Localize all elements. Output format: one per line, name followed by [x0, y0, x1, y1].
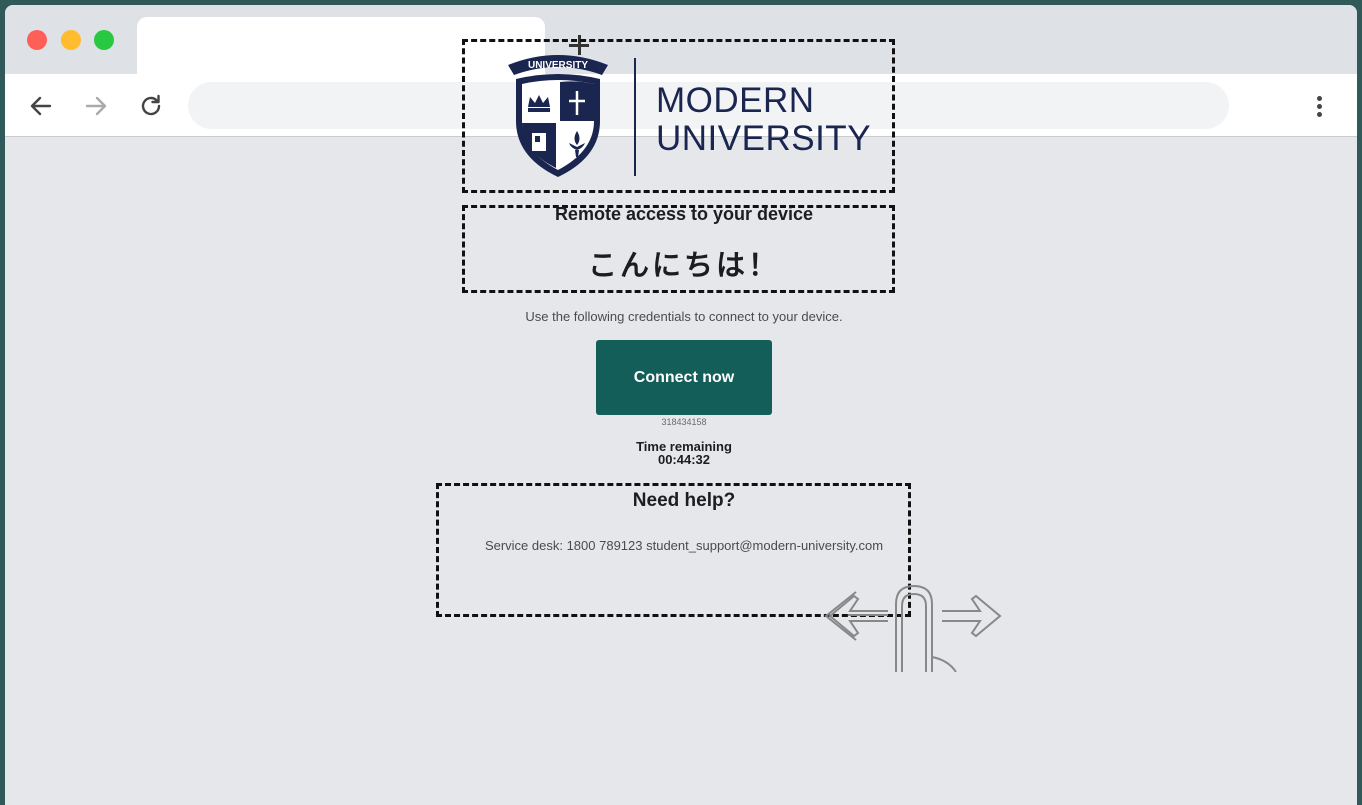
- time-remaining-value: 00:44:32: [657, 452, 711, 467]
- service-desk-contact: Service desk: 1800 789123 student_suppor…: [484, 538, 884, 553]
- session-code: 318434158: [661, 417, 707, 427]
- reload-icon: [141, 94, 161, 116]
- close-window-button[interactable]: [27, 30, 47, 50]
- greeting-text: こんにちは！: [587, 248, 780, 282]
- forward-button[interactable]: [82, 92, 110, 120]
- page-subtitle: Remote access to your device: [554, 204, 814, 224]
- maximize-window-button[interactable]: [94, 30, 114, 50]
- swipe-gesture-icon: [824, 584, 1002, 672]
- wordmark-line-1: MODERN: [656, 81, 815, 120]
- forward-arrow-icon: [85, 96, 107, 116]
- svg-text:UNIVERSITY: UNIVERSITY: [528, 60, 588, 71]
- connect-now-button[interactable]: Connect now: [596, 340, 772, 415]
- logo-divider: [634, 58, 636, 176]
- back-arrow-icon: [30, 96, 52, 116]
- help-title: Need help?: [632, 490, 736, 511]
- university-wordmark: MODERN UNIVERSITY: [656, 82, 886, 158]
- minimize-window-button[interactable]: [61, 30, 81, 50]
- back-button[interactable]: [27, 92, 55, 120]
- instructions-text: Use the following credentials to connect…: [525, 309, 843, 324]
- wordmark-line-2: UNIVERSITY: [656, 119, 872, 158]
- university-crest-icon: UNIVERSITY: [508, 55, 608, 177]
- menu-dots-icon[interactable]: [1308, 94, 1332, 120]
- reload-button[interactable]: [137, 92, 165, 120]
